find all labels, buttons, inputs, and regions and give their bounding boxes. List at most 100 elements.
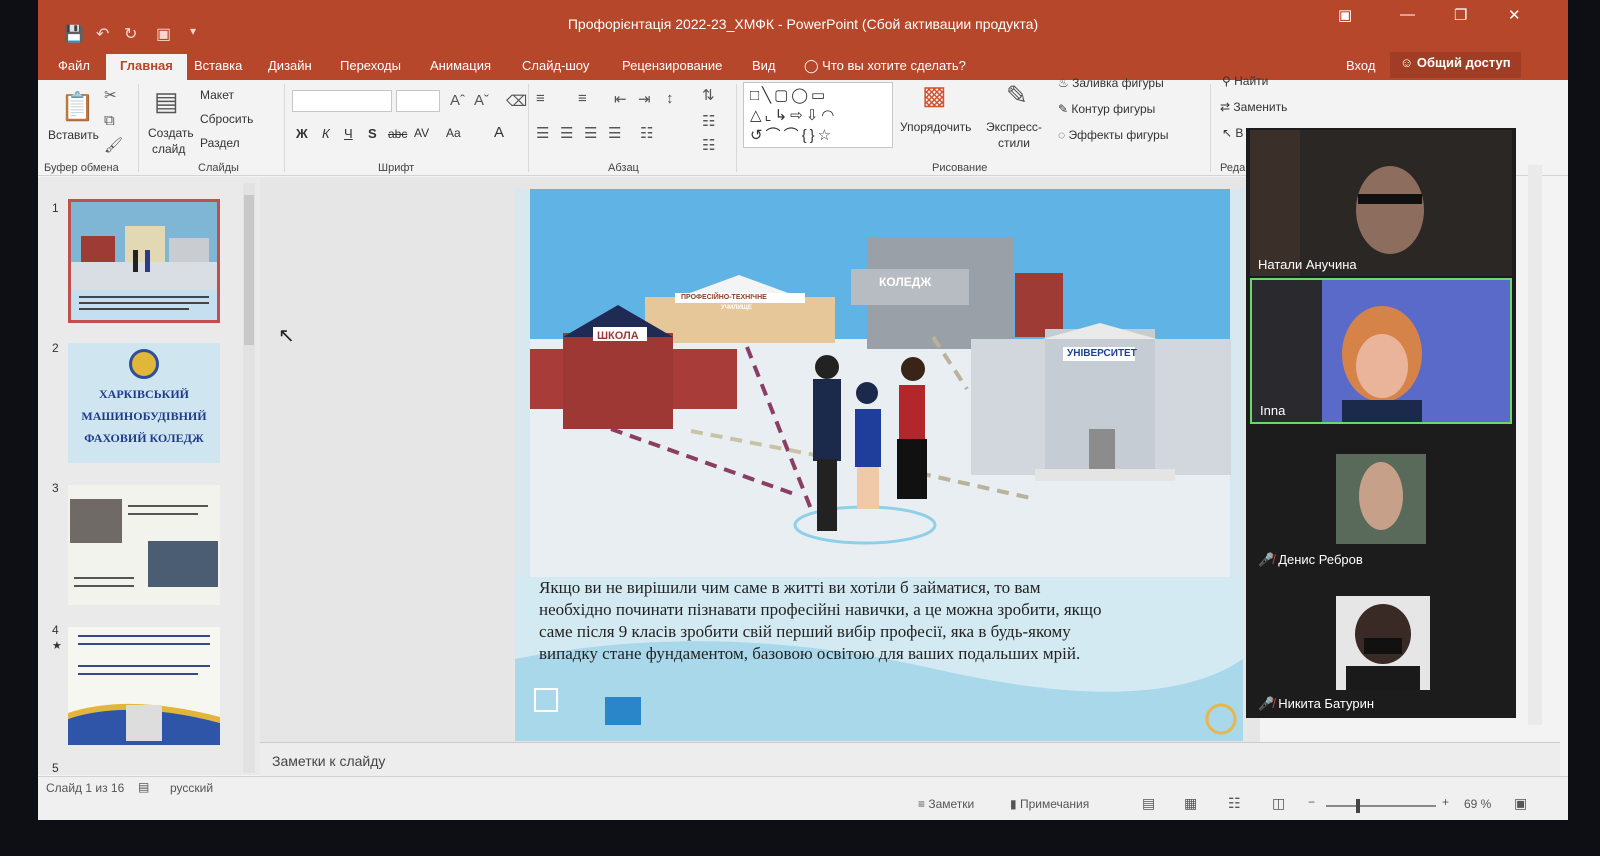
char-spacing-button[interactable]: AV	[414, 126, 429, 140]
tab-home[interactable]: Главная	[106, 54, 187, 80]
reset-button[interactable]: Сбросить	[200, 112, 253, 126]
comments-toggle[interactable]: ▮ Примечания	[1010, 797, 1089, 811]
align-center-icon[interactable]: ☰	[560, 124, 573, 142]
quick-styles-label-2[interactable]: стили	[998, 136, 1030, 150]
bullets-icon[interactable]: ≡	[536, 90, 545, 107]
participant-tile[interactable]: 🎤̸ Никита Батурин	[1250, 570, 1512, 716]
quick-styles-label-1[interactable]: Экспресс-	[986, 120, 1042, 134]
font-color-button[interactable]: A	[494, 124, 504, 141]
shape-effects-button[interactable]: ◌ Эффекты фигуры	[1058, 128, 1168, 142]
slide-number: 4	[52, 623, 59, 637]
font-size-dropdown[interactable]	[396, 90, 440, 112]
format-painter-icon[interactable]: 🖌	[104, 136, 123, 154]
participant-tile[interactable]: 🎤̸ Денис Ребров	[1250, 426, 1512, 572]
copy-icon[interactable]: ⧉	[104, 112, 115, 129]
zoom-slider-thumb[interactable]	[1356, 799, 1360, 813]
font-name-dropdown[interactable]	[292, 90, 392, 112]
slideshow-view-icon[interactable]: ◫	[1272, 795, 1285, 812]
select-button[interactable]: ↖ В	[1222, 126, 1243, 140]
shape-outline-button[interactable]: ✎ Контур фигуры	[1058, 102, 1155, 116]
tab-review[interactable]: Рецензирование	[622, 58, 722, 73]
align-right-icon[interactable]: ☰	[584, 124, 597, 142]
line-spacing-icon[interactable]: ↕	[666, 90, 674, 107]
slide-sorter-icon[interactable]: ▦	[1184, 795, 1197, 812]
search-icon: ⚲	[1222, 74, 1235, 88]
tab-insert[interactable]: Вставка	[194, 58, 242, 73]
slide-thumb-4[interactable]	[68, 627, 220, 745]
change-case-button[interactable]: Aa	[446, 126, 461, 140]
participant-video	[1250, 130, 1512, 276]
tell-me-search[interactable]: ◯ Что вы хотите сделать?	[804, 58, 966, 74]
normal-view-icon[interactable]: ▤	[1142, 795, 1155, 812]
shape-fill-button[interactable]: ♨ Заливка фигуры	[1058, 76, 1164, 90]
new-slide-label-1[interactable]: Создать	[148, 126, 194, 140]
underline-button[interactable]: Ч	[344, 126, 353, 141]
grow-font-icon[interactable]: Aˆ	[450, 92, 465, 109]
increase-indent-icon[interactable]: ⇥	[638, 90, 651, 108]
tab-file[interactable]: Файл	[58, 58, 90, 73]
zoom-slider[interactable]	[1326, 805, 1436, 807]
slide-text-box[interactable]: Якщо ви не вирішили чим саме в житті ви …	[539, 577, 1229, 665]
align-left-icon[interactable]: ☰	[536, 124, 549, 142]
replace-button[interactable]: ⇄ Заменить	[1220, 100, 1287, 114]
arrange-icon[interactable]: ▩	[922, 80, 947, 111]
notes-pane[interactable]: Заметки к слайду	[260, 742, 1560, 778]
ribbon-display-icon[interactable]: ▣	[1338, 6, 1352, 24]
justify-icon[interactable]: ☰	[608, 124, 621, 142]
zoom-in-icon[interactable]: +	[1442, 795, 1449, 809]
paste-button[interactable]: Вставить	[48, 128, 99, 142]
select-label: В	[1235, 126, 1244, 140]
notes-placeholder: Заметки к слайду	[272, 753, 386, 769]
decrease-indent-icon[interactable]: ⇤	[614, 90, 627, 108]
bold-button[interactable]: Ж	[296, 126, 308, 141]
tab-animations[interactable]: Анимация	[430, 58, 491, 73]
smartart-icon[interactable]: ☷	[702, 136, 715, 154]
numbering-icon[interactable]: ≡	[578, 90, 587, 107]
reading-view-icon[interactable]: ☷	[1228, 795, 1241, 812]
shrink-font-icon[interactable]: Aˇ	[474, 92, 489, 109]
spellcheck-icon[interactable]: ▤	[138, 780, 149, 794]
find-button[interactable]: ⚲ Найти	[1222, 74, 1268, 88]
editor-scrollbar[interactable]	[1528, 165, 1542, 725]
strikethrough-button[interactable]: abc	[388, 127, 407, 141]
minimize-icon[interactable]: —	[1400, 6, 1415, 23]
tab-slideshow[interactable]: Слайд-шоу	[522, 58, 589, 73]
tab-design[interactable]: Дизайн	[268, 58, 312, 73]
clear-formatting-icon[interactable]: ⌫	[506, 92, 527, 110]
share-button[interactable]: ☺ Общий доступ	[1390, 52, 1521, 78]
participant-name: Натали Анучина	[1258, 257, 1357, 272]
text-direction-icon[interactable]: ⇅	[702, 86, 715, 104]
cut-icon[interactable]: ✂	[104, 86, 117, 104]
new-slide-icon[interactable]: ▤	[154, 86, 179, 117]
align-text-icon[interactable]: ☷	[702, 112, 715, 130]
slide-thumb-3[interactable]	[68, 485, 220, 605]
group-slides: Слайды	[198, 162, 239, 174]
section-button[interactable]: Раздел	[200, 136, 240, 150]
scroll-thumb[interactable]	[244, 195, 254, 345]
maximize-icon[interactable]: ❐	[1454, 6, 1467, 24]
shadow-button[interactable]: S	[368, 126, 377, 141]
notes-toggle[interactable]: ≡ Заметки	[918, 797, 974, 811]
slide-thumb-1[interactable]	[68, 199, 220, 323]
arrange-button[interactable]: Упорядочить	[900, 120, 971, 134]
zoom-level[interactable]: 69 %	[1464, 797, 1491, 811]
zoom-out-icon[interactable]: −	[1308, 795, 1315, 809]
columns-icon[interactable]: ☷	[640, 124, 653, 142]
fit-to-window-icon[interactable]: ▣	[1514, 795, 1527, 812]
new-slide-label-2[interactable]: слайд	[152, 142, 185, 156]
shapes-gallery[interactable]: □╲▢◯▭ △⌞↳⇨⇩◠ ↺⌒⌒{​}☆	[743, 82, 893, 148]
participant-tile-active-speaker[interactable]: Inna	[1250, 278, 1512, 424]
current-slide[interactable]: ШКОЛА ПРОФЕСІЙНО-ТЕХНІЧНЕ УЧИЛИЩЕ КОЛЕДЖ…	[515, 189, 1243, 741]
tab-transitions[interactable]: Переходы	[340, 58, 401, 73]
close-icon[interactable]: ✕	[1508, 6, 1521, 24]
language-indicator[interactable]: русский	[170, 781, 213, 795]
italic-button[interactable]: К	[322, 126, 330, 141]
layout-button[interactable]: Макет	[200, 88, 234, 102]
slide-thumb-2[interactable]: ХАРКІВСЬКИЙ МАШИНОБУДІВНИЙ ФАХОВИЙ КОЛЕД…	[68, 343, 220, 463]
tab-view[interactable]: Вид	[752, 58, 776, 73]
paste-icon[interactable]: 📋	[60, 90, 95, 123]
thumbnails-scrollbar[interactable]	[243, 183, 255, 773]
participant-tile[interactable]: Натали Анучина	[1250, 130, 1512, 276]
sign-in-link[interactable]: Вход	[1346, 58, 1375, 73]
quick-styles-icon[interactable]: ✎	[1006, 80, 1028, 111]
